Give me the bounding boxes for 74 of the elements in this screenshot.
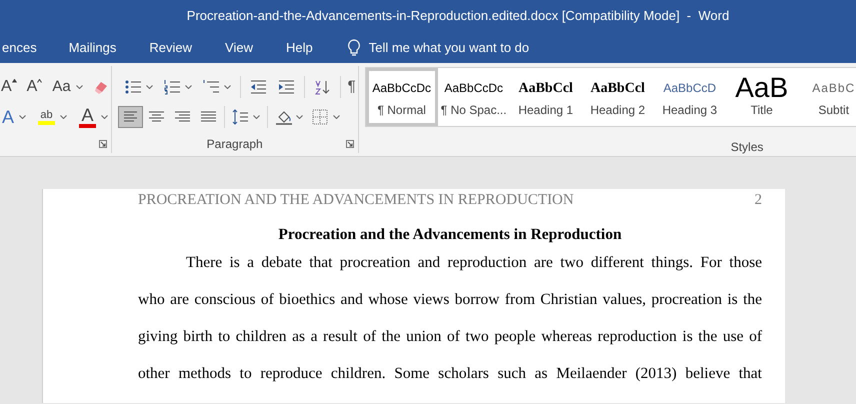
style-name: ¶ No Spac... bbox=[440, 102, 507, 119]
caret-icon bbox=[146, 85, 153, 89]
show-formatting-button[interactable]: ¶ bbox=[346, 76, 358, 98]
multilevel-list-icon bbox=[202, 79, 220, 95]
text-effects-button[interactable]: A bbox=[2, 108, 26, 126]
dialog-launcher-icon bbox=[98, 140, 107, 148]
caret-icon bbox=[37, 79, 42, 83]
style-name: Title bbox=[750, 102, 773, 119]
ribbon-tab[interactable]: Review bbox=[145, 36, 196, 60]
page-number: 2 bbox=[754, 190, 762, 210]
style-preview: AaBbCcDc bbox=[444, 80, 504, 97]
shrink-font-button[interactable]: A bbox=[26, 79, 42, 95]
caret-icon bbox=[224, 85, 231, 89]
borders-icon bbox=[312, 109, 329, 125]
tell-me-search[interactable]: Tell me what you want to do bbox=[368, 38, 530, 58]
style-preview: AaBbCcl bbox=[590, 80, 645, 98]
font-letter: A bbox=[26, 79, 38, 95]
group-label: Styles bbox=[730, 139, 764, 156]
style-name: Heading 1 bbox=[518, 102, 574, 119]
ribbon-tab[interactable]: Mailings bbox=[64, 36, 120, 60]
increase-indent-icon bbox=[278, 79, 295, 95]
bullets-icon bbox=[124, 79, 142, 95]
caret-icon bbox=[296, 115, 303, 119]
glyph-label: A bbox=[2, 108, 14, 126]
style-preview: AaBbCcl bbox=[518, 80, 573, 98]
case-label: Aa bbox=[52, 76, 71, 97]
highlight-button[interactable]: ab bbox=[38, 110, 68, 124]
glyph-label: ab bbox=[40, 110, 53, 120]
ribbon-tab[interactable]: View bbox=[221, 36, 257, 60]
dialog-launcher-icon bbox=[346, 140, 354, 148]
align-left-button[interactable] bbox=[118, 106, 143, 128]
style-preview: AaB bbox=[735, 75, 788, 101]
window-title: Procreation-and-the-Advancements-in-Reproduction.edited.docx [Compatibility Mode] - Word bbox=[186, 7, 730, 26]
lightbulb-icon bbox=[346, 38, 361, 56]
up-caret-icon bbox=[12, 79, 17, 83]
caret-icon bbox=[76, 85, 83, 89]
caret-icon bbox=[332, 115, 340, 119]
style-preview: AaBbCcD bbox=[663, 80, 716, 97]
color-bar bbox=[38, 120, 56, 124]
style-item[interactable]: AaBbC Subtit bbox=[798, 68, 856, 126]
caret-icon bbox=[184, 85, 192, 89]
grow-font-button[interactable]: A bbox=[1, 79, 17, 95]
decrease-indent-icon bbox=[250, 79, 267, 95]
ribbon-tab[interactable]: Help bbox=[282, 36, 317, 60]
style-name: Heading 3 bbox=[662, 102, 718, 119]
style-preview: AaBbCcDc bbox=[372, 80, 432, 97]
style-item[interactable]: AaBbCcl Heading 1 bbox=[510, 68, 582, 126]
body-paragraph: There is a debate that procreation and reproduction are two different things. For those who are conscious of bioethics and whose views borrow from Christian values, procreation is the giving birth to children as a result of the union of two people whereas reproduction is the use of other methods to reproduce children. Some scholars such as Meilaender (2013) believe that bbox=[138, 253, 762, 384]
font-letter: A bbox=[1, 79, 12, 95]
style-name: Heading 2 bbox=[590, 102, 646, 119]
style-item[interactable]: AaBbCcDc ¶ No Spac... bbox=[438, 68, 510, 126]
style-item[interactable]: AaBbCcD Heading 3 bbox=[654, 68, 726, 126]
font-color-button[interactable]: A bbox=[79, 106, 108, 128]
caret-icon bbox=[101, 115, 108, 119]
style-item[interactable]: AaBbCcDc ¶ Normal bbox=[366, 68, 438, 126]
style-item[interactable]: AaBbCcl Heading 2 bbox=[582, 68, 654, 126]
numbering-icon bbox=[164, 79, 181, 95]
line-spacing-icon bbox=[232, 109, 249, 125]
style-name: Subtit bbox=[818, 102, 850, 119]
caret-icon bbox=[19, 115, 26, 119]
style-preview: AaBbC bbox=[812, 80, 856, 97]
style-item[interactable]: AaB Title bbox=[726, 68, 798, 126]
change-case-button[interactable]: Aa bbox=[52, 76, 83, 98]
caret-icon bbox=[60, 115, 68, 119]
shading-icon bbox=[274, 109, 292, 125]
glyph-label: A bbox=[82, 106, 94, 124]
color-bar bbox=[79, 124, 96, 128]
document-title: Procreation and the Advancements in Reproduction bbox=[277, 226, 623, 244]
style-name: ¶ Normal bbox=[377, 102, 426, 119]
ribbon-tab[interactable]: ences bbox=[0, 36, 41, 60]
group-label: Paragraph bbox=[206, 136, 264, 153]
caret-icon bbox=[252, 115, 260, 119]
sort-icon bbox=[314, 79, 331, 95]
running-header: PROCREATION AND THE ADVANCEMENTS IN REPRODUCTION bbox=[138, 190, 574, 210]
